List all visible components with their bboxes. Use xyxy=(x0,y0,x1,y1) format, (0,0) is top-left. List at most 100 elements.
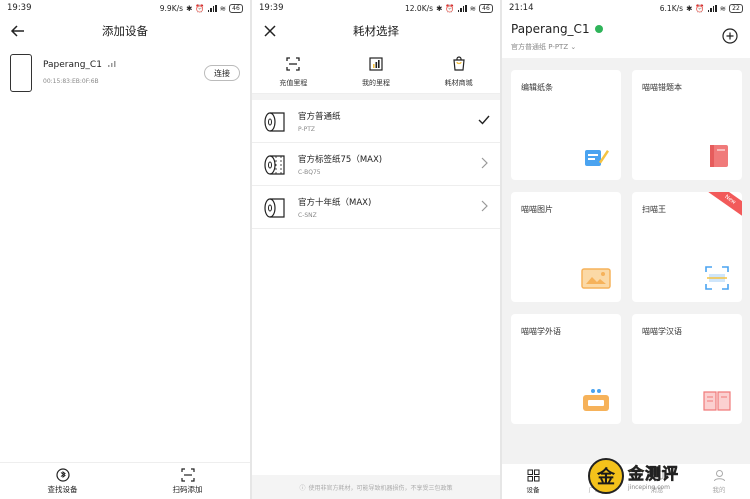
network-speed: 9.9K/s xyxy=(159,3,184,13)
radio-icon xyxy=(583,389,609,411)
tab-my-mileage[interactable]: 我的里程 xyxy=(335,48,418,93)
tab-recharge-mileage[interactable]: 充值里程 xyxy=(252,48,335,93)
card-title: 喵喵图片 xyxy=(521,205,553,214)
watermark-url: jinceping.com xyxy=(628,484,670,491)
scan-frame-icon xyxy=(286,57,300,71)
page-title: 添加设备 xyxy=(102,24,148,38)
notebook-icon xyxy=(710,145,728,167)
wifi-icon: ≋ xyxy=(219,3,226,13)
scan-code-icon xyxy=(180,467,195,482)
tab-label: 耗材商城 xyxy=(444,79,473,87)
paper-roll-icon xyxy=(264,198,285,218)
nav-label: 设备 xyxy=(526,486,540,494)
tab-consumable-mall[interactable]: 耗材商城 xyxy=(417,48,500,93)
feature-card-scanner[interactable]: 扫喵王 New xyxy=(632,192,742,302)
info-icon: ⓘ xyxy=(299,484,306,492)
page-title: 耗材选择 xyxy=(353,24,399,38)
card-title: 喵喵学汉语 xyxy=(642,327,682,336)
alarm-icon: ⏰ xyxy=(445,3,455,13)
chevron-down-icon: ⌄ xyxy=(570,43,577,51)
title-bar: 耗材选择 xyxy=(252,16,500,46)
device-mac-address: 00:15:83:EB:0F:6B xyxy=(43,78,99,85)
title-bar: 添加设备 xyxy=(0,16,250,46)
paper-option[interactable]: 官方标签纸75（MAX) C-BQ75 xyxy=(252,143,500,186)
paper-type-label: 官方普通纸 P-PTZ xyxy=(511,43,569,51)
consumable-select-screen: 19:39 12.0K/s ✱ ⏰ ≋ 46 耗材选择 充值里程 我的里程 耗材… xyxy=(252,0,500,499)
feature-card-foreign-language[interactable]: 喵喵学外语 xyxy=(511,314,621,424)
tab-label: 我的里程 xyxy=(362,79,390,87)
close-icon[interactable] xyxy=(262,23,278,39)
paper-name: 官方普通纸 xyxy=(298,112,341,122)
book-icon xyxy=(703,391,731,411)
add-device-icon[interactable] xyxy=(722,28,738,44)
bottom-bar: 查找设备 扫码添加 xyxy=(0,462,250,499)
paper-name: 官方标签纸75（MAX) xyxy=(298,155,383,165)
feature-card-picture[interactable]: 喵喵图片 xyxy=(511,192,621,302)
device-name: Paperang_C1 xyxy=(511,22,590,36)
card-title: 喵喵学外语 xyxy=(521,327,561,336)
battery-indicator: 46 xyxy=(229,3,243,13)
card-title: 编辑纸条 xyxy=(521,83,553,92)
status-time: 19:39 xyxy=(259,3,284,13)
paper-name: 官方十年纸（MAX) xyxy=(298,198,372,208)
paper-option[interactable]: 官方普通纸 P-PTZ xyxy=(252,100,500,143)
bluetooth-search-icon xyxy=(55,467,70,482)
wifi-icon: ≋ xyxy=(469,3,476,13)
device-row[interactable]: Paperang_C1 00:15:83:EB:0F:6B 连接 xyxy=(10,54,242,96)
network-speed: 12.0K/s xyxy=(405,3,434,13)
battery-indicator: 22 xyxy=(729,3,743,13)
status-bar: 19:39 9.9K/s ✱ ⏰ ≋ 46 xyxy=(0,0,250,16)
device-name: Paperang_C1 xyxy=(43,60,118,70)
connected-status-icon xyxy=(594,25,603,33)
device-name-row[interactable]: Paperang_C1 xyxy=(511,22,603,36)
device-header: Paperang_C1 官方普通纸 P-PTZ ⌄ xyxy=(502,16,750,58)
paper-code: P-PTZ xyxy=(298,126,316,133)
grid-icon xyxy=(527,469,539,482)
scanner-icon xyxy=(705,266,729,290)
nav-device[interactable]: 设备 xyxy=(502,464,564,499)
printer-device-icon xyxy=(10,54,32,92)
scan-add-button[interactable]: 扫码添加 xyxy=(125,463,250,499)
connect-button[interactable]: 连接 xyxy=(204,65,240,81)
watermark-brand: 金测评 xyxy=(628,464,680,484)
bluetooth-icon: ✱ xyxy=(436,3,443,13)
consumable-tabs: 充值里程 我的里程 耗材商城 xyxy=(252,48,500,94)
new-badge: New xyxy=(708,192,742,218)
signal-strength-icon xyxy=(107,61,116,67)
check-icon xyxy=(478,115,490,125)
find-device-button[interactable]: 查找设备 xyxy=(0,463,125,499)
alarm-icon: ⏰ xyxy=(195,3,205,13)
status-time: 21:14 xyxy=(509,3,534,13)
picture-icon xyxy=(581,268,611,289)
chevron-right-icon xyxy=(481,200,488,212)
device-home-screen: 21:14 6.1K/s ✱ ⏰ ≋ 22 Paperang_C1 官方普通纸 … xyxy=(502,0,750,499)
alarm-icon: ⏰ xyxy=(695,3,705,13)
wifi-icon: ≋ xyxy=(719,3,726,13)
bluetooth-icon: ✱ xyxy=(686,3,693,13)
card-title: 喵喵错题本 xyxy=(642,83,682,92)
signal-icon xyxy=(707,4,717,12)
label-roll-icon xyxy=(264,155,285,175)
notice-text: 使用非官方耗材，可能导致机器损伤，不享受三包政策 xyxy=(308,484,453,492)
signal-icon xyxy=(207,4,217,12)
status-time: 19:39 xyxy=(7,3,32,13)
watermark-logo: 金 xyxy=(588,457,624,494)
status-bar: 21:14 6.1K/s ✱ ⏰ ≋ 22 xyxy=(502,0,750,16)
warning-notice: ⓘ 使用非官方耗材，可能导致机器损伤，不享受三包政策 xyxy=(252,475,500,499)
back-arrow-icon[interactable] xyxy=(10,23,26,39)
feature-card-edit-note[interactable]: 编辑纸条 xyxy=(511,70,621,180)
shopping-bag-icon xyxy=(453,56,465,71)
add-device-screen: 19:39 9.9K/s ✱ ⏰ ≋ 46 添加设备 Paperang_C1 0… xyxy=(0,0,250,499)
card-title: 扫喵王 xyxy=(642,205,666,214)
chevron-right-icon xyxy=(481,157,488,169)
signal-icon xyxy=(457,4,467,12)
bluetooth-icon: ✱ xyxy=(186,3,193,13)
feature-card-error-notebook[interactable]: 喵喵错题本 xyxy=(632,70,742,180)
feature-card-chinese-language[interactable]: 喵喵学汉语 xyxy=(632,314,742,424)
note-edit-icon xyxy=(585,150,609,166)
find-device-label: 查找设备 xyxy=(47,484,78,494)
watermark: 金 金测评 jinceping.com xyxy=(588,452,718,499)
paper-option[interactable]: 官方十年纸（MAX) C-SNZ xyxy=(252,186,500,229)
bar-chart-icon xyxy=(369,57,383,71)
paper-type-selector[interactable]: 官方普通纸 P-PTZ ⌄ xyxy=(511,42,576,52)
